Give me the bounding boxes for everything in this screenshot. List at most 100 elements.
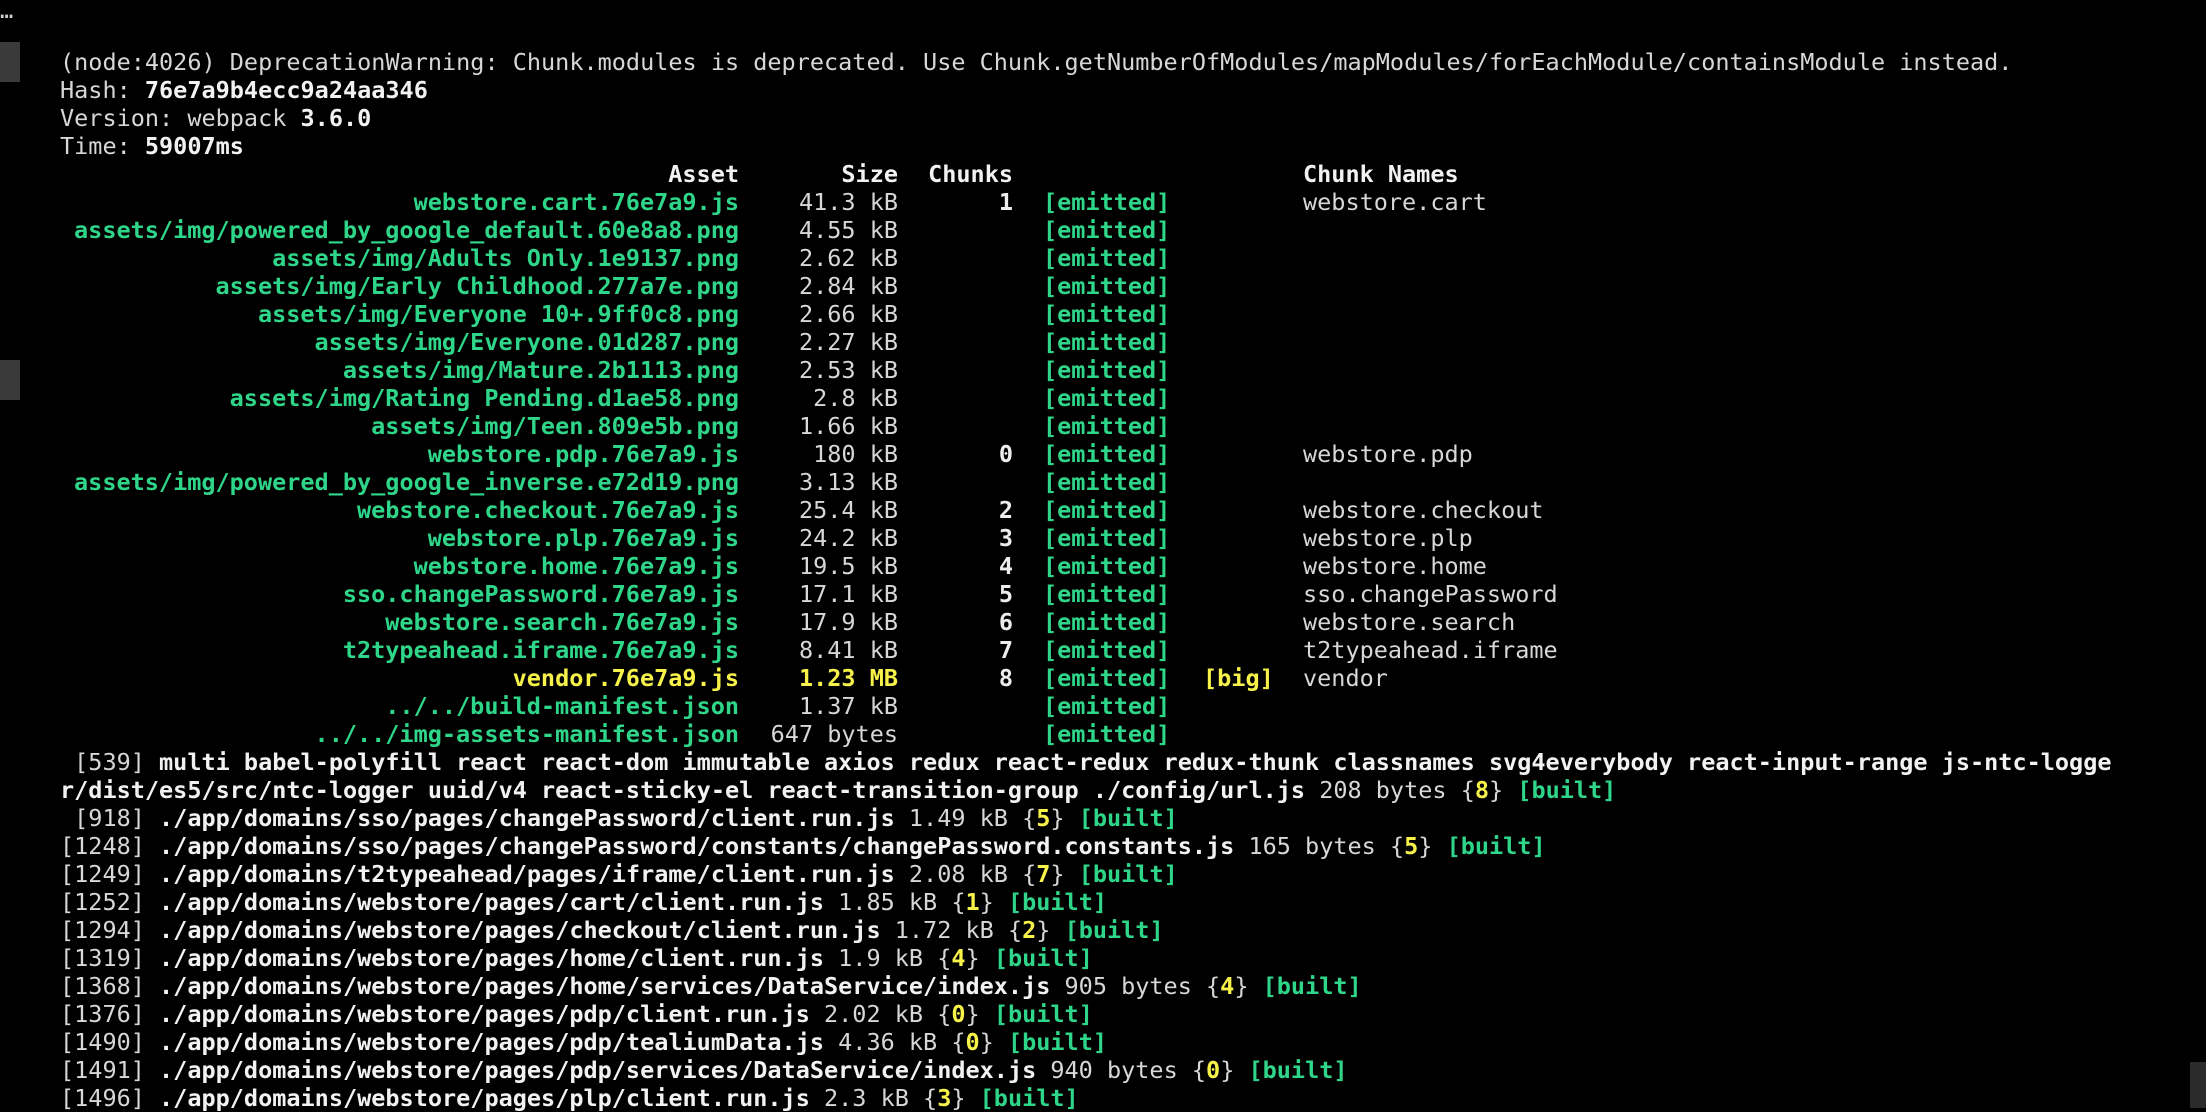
version-line: Version: webpack 3.6.0 [60, 104, 2180, 132]
asset-row: webstore.plp.76e7a9.js 24.2 kB 3 [emitted] w… [60, 524, 2180, 552]
module-chunk: 5 [1036, 804, 1051, 832]
asset-size: 3.13 kB [798, 468, 898, 496]
asset-row: sso.changePassword.76e7a9.js 17.1 kB 5 [emi… [60, 580, 2180, 608]
asset-size: 8.41 kB [798, 636, 898, 664]
asset-name: assets/img/Everyone.01d287.png [314, 328, 739, 356]
module-path: ./app/domains/sso/pages/changePassword/c… [144, 804, 895, 832]
header-chunks: Chunks [928, 160, 1013, 188]
asset-size: 180 kB [813, 440, 898, 468]
deprecation-warning: (node:4026) DeprecationWarning: Chunk.mo… [60, 48, 2013, 76]
asset-row: ../../build-manifest.json 1.37 kB [emitted… [60, 692, 2180, 720]
module-size: 1.49 kB [894, 804, 1023, 832]
module-chunk: 5 [1404, 832, 1419, 860]
module-id: [1368] [60, 972, 145, 1000]
module-built-flag: [built] [1007, 888, 1108, 916]
asset-name: sso.changePassword.76e7a9.js [342, 580, 739, 608]
module-id: [1248] [60, 832, 145, 860]
asset-chunk: 5 [998, 580, 1013, 608]
asset-chunk-name: webstore.cart [1303, 188, 1487, 216]
asset-chunk: 7 [998, 636, 1013, 664]
module-chunk: 1 [965, 888, 980, 916]
asset-row: ../../img-assets-manifest.json 647 bytes [… [60, 720, 2180, 748]
hash-line: Hash: 76e7a9b4ecc9a24aa346 [60, 76, 2180, 104]
asset-chunk: 0 [998, 440, 1013, 468]
module-built-flag: [built] [1446, 832, 1546, 860]
version-label: Version: webpack [60, 104, 301, 132]
module-chunk: 0 [951, 1000, 966, 1028]
asset-row: webstore.checkout.76e7a9.js 25.4 kB 2 [emit… [60, 496, 2180, 524]
asset-size: 1.37 kB [798, 692, 898, 720]
chunk-brace-close: } [979, 1028, 1008, 1056]
chunk-brace-close: } [965, 1000, 994, 1028]
module-path: ./app/domains/webstore/pages/pdp/service… [144, 1056, 1037, 1084]
asset-status: [emitted] [1043, 412, 1171, 440]
asset-size: 25.4 kB [798, 496, 898, 524]
module-line: [1294] ./app/domains/webstore/pages/chec… [60, 916, 2180, 944]
asset-chunk: 6 [998, 608, 1013, 636]
asset-status: [emitted] [1043, 356, 1171, 384]
module-chunk: 2 [1022, 916, 1037, 944]
asset-name: assets/img/powered_by_google_default.60e… [74, 216, 739, 244]
header-asset: Asset [668, 160, 739, 188]
module-path: r/dist/es5/src/ntc-logger uuid/v4 react-… [60, 776, 1306, 804]
version-value: 3.6.0 [300, 104, 372, 132]
asset-status: [emitted] [1043, 440, 1171, 468]
asset-size: 2.66 kB [798, 300, 898, 328]
asset-status: [emitted] [1043, 636, 1171, 664]
chunk-brace-close: } [965, 944, 994, 972]
asset-name: assets/img/Early Childhood.277a7e.png [215, 272, 739, 300]
asset-name: webstore.home.76e7a9.js [413, 552, 739, 580]
asset-chunk: 3 [998, 524, 1013, 552]
module-size: 2.02 kB [809, 1000, 938, 1028]
asset-size: 2.84 kB [798, 272, 898, 300]
asset-row: webstore.home.76e7a9.js 19.5 kB 4 [emitted]… [60, 552, 2180, 580]
asset-status: [emitted] [1043, 664, 1171, 692]
asset-status: [emitted] [1043, 300, 1171, 328]
chunk-brace-open: { [1206, 972, 1221, 1000]
asset-size: 17.1 kB [798, 580, 898, 608]
asset-status: [emitted] [1043, 384, 1171, 412]
module-line: [1249] ./app/domains/t2typeahead/pages/i… [60, 860, 2180, 888]
module-chunk: 8 [1474, 776, 1489, 804]
asset-row: assets/img/Mature.2b1113.png 2.53 kB [emit… [60, 356, 2180, 384]
asset-status: [emitted] [1043, 244, 1171, 272]
module-line: [1376] ./app/domains/webstore/pages/pdp/… [60, 1000, 2180, 1028]
chunk-brace-close: } [1050, 804, 1079, 832]
asset-name: assets/img/Rating Pending.d1ae58.png [229, 384, 739, 412]
asset-status: [emitted] [1043, 580, 1171, 608]
module-size: 4.36 kB [824, 1028, 952, 1056]
chunk-brace-close: } [1489, 776, 1518, 804]
asset-name: ../../img-assets-manifest.json [314, 720, 739, 748]
chunk-brace-open: { [951, 1028, 966, 1056]
asset-chunk: 1 [998, 188, 1013, 216]
gutter-marker [0, 360, 20, 400]
chunk-brace-close: } [1220, 1056, 1249, 1084]
asset-row: vendor.76e7a9.js 1.23 MB 8 [emitted] [big] ve… [60, 664, 2180, 692]
asset-status: [emitted] [1043, 216, 1171, 244]
asset-name: webstore.pdp.76e7a9.js [427, 440, 739, 468]
chunk-brace-close: } [1050, 860, 1079, 888]
terminal-output: (node:4026) DeprecationWarning: Chunk.mo… [60, 48, 2180, 1112]
gutter-ellipsis: … [0, 0, 14, 24]
module-line: r/dist/es5/src/ntc-logger uuid/v4 react-… [60, 776, 2180, 804]
header-chunk-names: Chunk Names [1303, 160, 1459, 188]
asset-size: 1.23 MB [798, 664, 898, 692]
asset-size: 41.3 kB [798, 188, 898, 216]
asset-row: webstore.search.76e7a9.js 17.9 kB 6 [emitte… [60, 608, 2180, 636]
asset-name: webstore.cart.76e7a9.js [413, 188, 739, 216]
module-path: ./app/domains/webstore/pages/pdp/tealium… [144, 1028, 825, 1056]
module-size: 940 bytes [1036, 1056, 1192, 1084]
asset-chunk-name: t2typeahead.iframe [1303, 636, 1558, 664]
chunk-brace-open: { [1460, 776, 1475, 804]
module-built-flag: [built] [1007, 1028, 1108, 1056]
asset-status: [emitted] [1043, 496, 1171, 524]
asset-row: assets/img/Adults Only.1e9137.png 2.62 kB… [60, 244, 2180, 272]
vertical-scrollbar-thumb[interactable] [2190, 1062, 2206, 1108]
module-size: 1.85 kB [824, 888, 952, 916]
asset-size: 2.62 kB [798, 244, 898, 272]
asset-name: assets/img/Adults Only.1e9137.png [272, 244, 739, 272]
module-path: multi babel-polyfill react react-dom imm… [144, 748, 2112, 776]
asset-chunk: 2 [998, 496, 1013, 524]
module-line: [1368] ./app/domains/webstore/pages/home… [60, 972, 2180, 1000]
asset-size: 2.53 kB [798, 356, 898, 384]
